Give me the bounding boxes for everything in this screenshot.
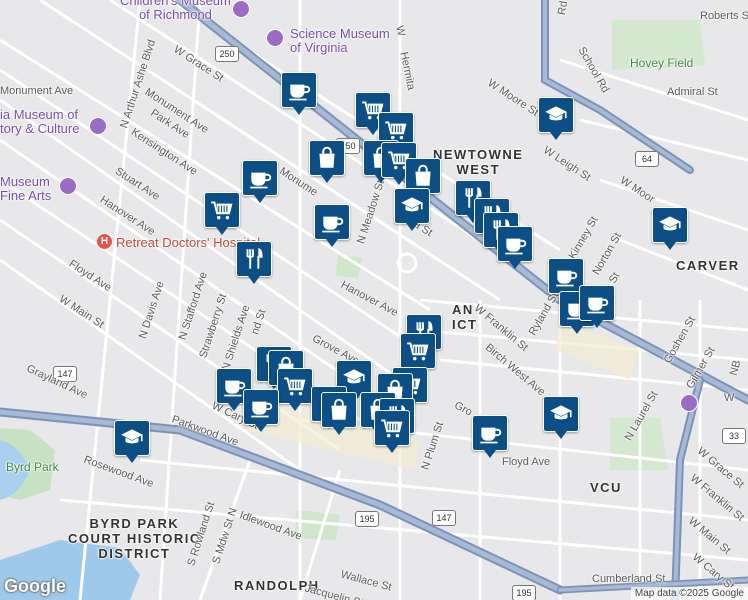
map-marker-cart[interactable] [277,368,313,411]
shopping-bag-icon [319,146,335,168]
coffee-icon [322,216,344,233]
coffee-icon [556,270,578,287]
map-marker-cart[interactable] [204,192,240,235]
coffee-icon [251,401,273,418]
museum-icon [59,177,77,195]
route-shield: 64 [635,151,659,167]
school-icon [659,216,681,231]
museum-icon [680,394,698,412]
map-marker-school[interactable] [114,420,150,463]
map-marker-school[interactable] [394,188,430,231]
map-marker-coffee[interactable] [472,415,508,458]
coffee-icon [480,427,502,444]
map-marker-school[interactable] [652,207,688,250]
google-logo: Google [4,576,66,596]
route-shield: 195 [512,585,536,600]
map-marker-dining[interactable] [236,241,272,284]
shopping-bag-icon [415,164,431,186]
map-marker-coffee[interactable] [579,285,615,328]
hospital-icon: H [96,233,113,250]
shopping-cart-icon [381,419,403,438]
map-marker-school[interactable] [543,396,579,439]
map-marker-bag[interactable] [321,392,357,435]
shopping-cart-icon [284,377,306,396]
map-marker-coffee[interactable] [497,226,533,269]
map-marker-bag[interactable] [309,140,345,183]
map-marker-coffee[interactable] [242,160,278,203]
restaurant-icon [246,248,263,269]
map-marker-cart[interactable] [374,410,410,453]
shopping-cart-icon [211,201,233,220]
school-icon [545,106,567,121]
map-marker-cart[interactable] [400,333,436,376]
coffee-icon [250,172,272,189]
shopping-cart-icon [407,342,429,361]
school-icon [121,429,143,444]
museum-icon [266,29,284,47]
coffee-icon [505,238,527,255]
coffee-icon [289,84,311,101]
route-shield: 195 [355,511,379,527]
route-shield: 147 [432,510,456,526]
school-icon [550,405,572,420]
shopping-bag-icon [331,398,347,420]
map-data-credit[interactable]: Map data ©2025 Google [630,587,748,600]
museum-icon [232,0,250,18]
map-marker-school[interactable] [538,97,574,140]
coffee-icon [587,297,609,314]
map-marker-coffee[interactable] [243,389,279,432]
route-shield: 33 [722,428,746,444]
route-shield: 147 [53,366,77,382]
school-icon [401,197,423,212]
map-marker-coffee[interactable] [314,204,350,247]
museum-icon [89,117,107,135]
map-marker-coffee[interactable] [281,72,317,115]
map-canvas[interactable]: 250 250 147 147 195 195 64 33 H Children… [0,0,748,600]
map-base [0,0,748,600]
route-shield: 250 [215,46,239,62]
